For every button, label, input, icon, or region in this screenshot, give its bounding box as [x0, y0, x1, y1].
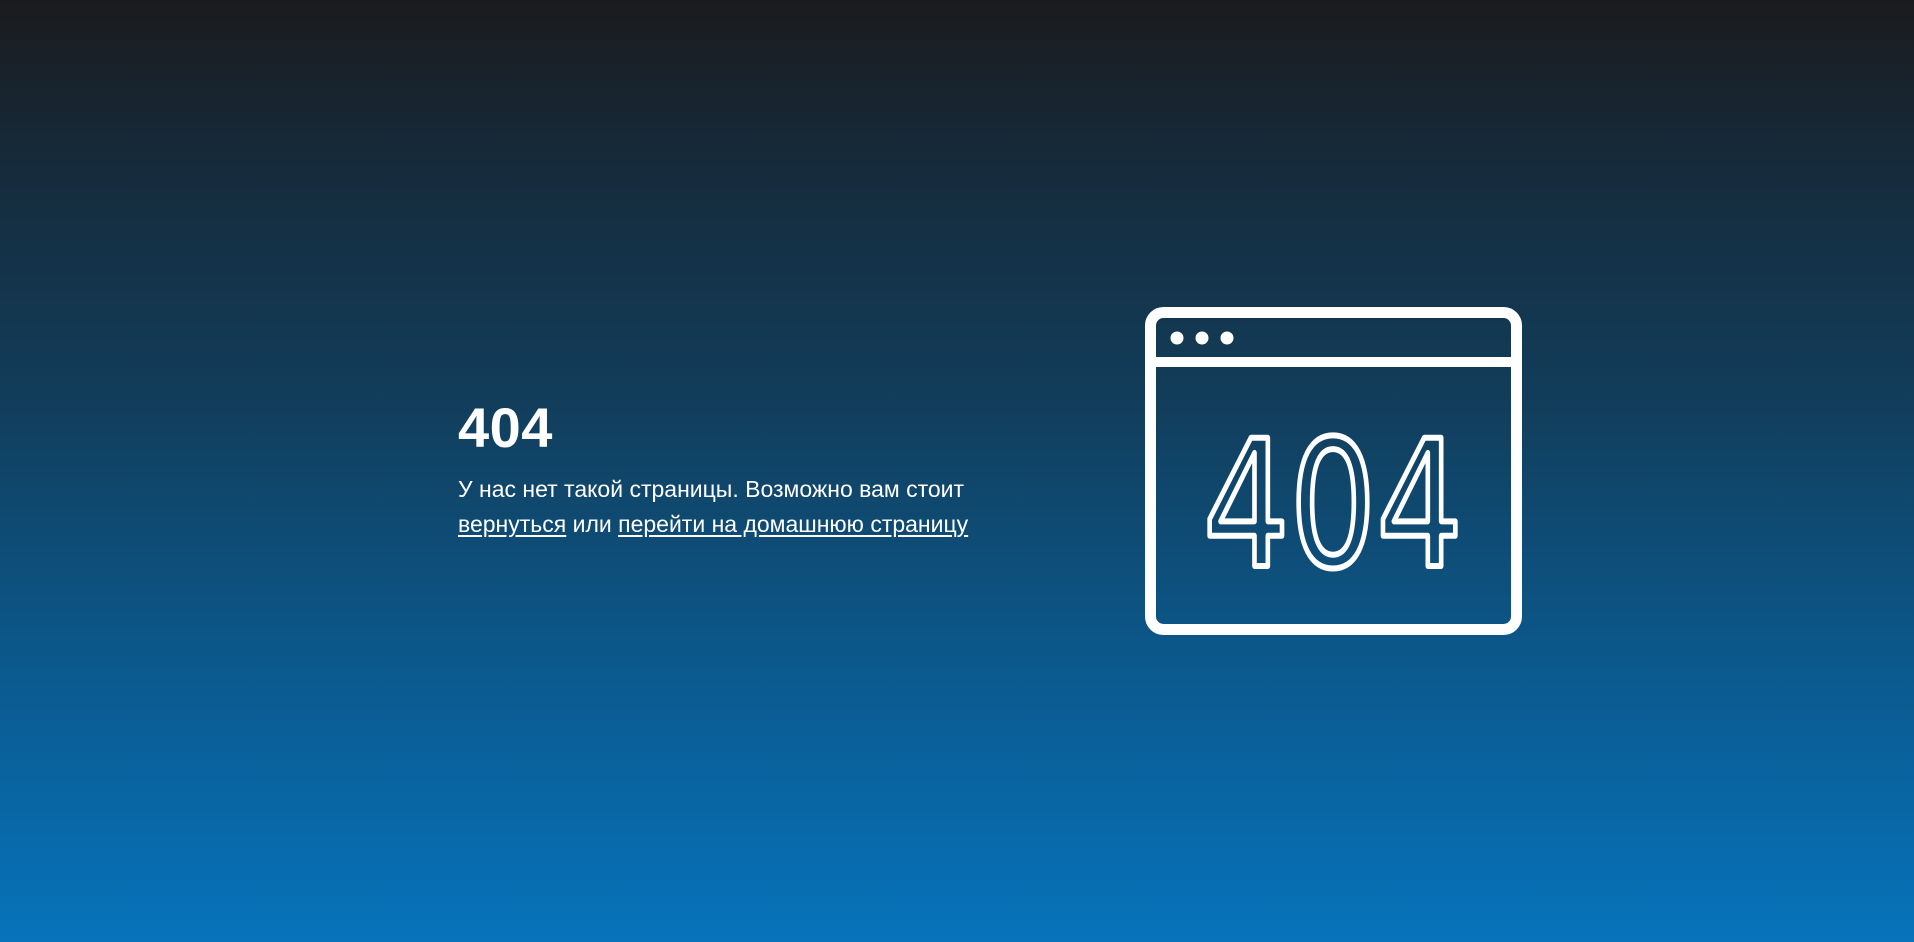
back-link[interactable]: вернуться	[458, 511, 566, 537]
home-page-link[interactable]: перейти на домашнюю страницу	[618, 511, 968, 537]
conjunction-text: или	[572, 511, 612, 537]
error-content: 404 У нас нет такой страницы. Возможно в…	[458, 400, 1018, 542]
error-message: У нас нет такой страницы. Возможно вам с…	[458, 472, 1018, 542]
illustration-404-label: 404	[1203, 403, 1463, 608]
browser-dot-icon	[1220, 331, 1234, 345]
browser-window-404-icon: 404	[1145, 307, 1522, 635]
browser-dot-icon	[1195, 331, 1209, 345]
error-code: 404	[458, 396, 553, 459]
error-message-text: У нас нет такой страницы. Возможно вам с…	[458, 476, 965, 502]
browser-dot-icon	[1170, 331, 1184, 345]
